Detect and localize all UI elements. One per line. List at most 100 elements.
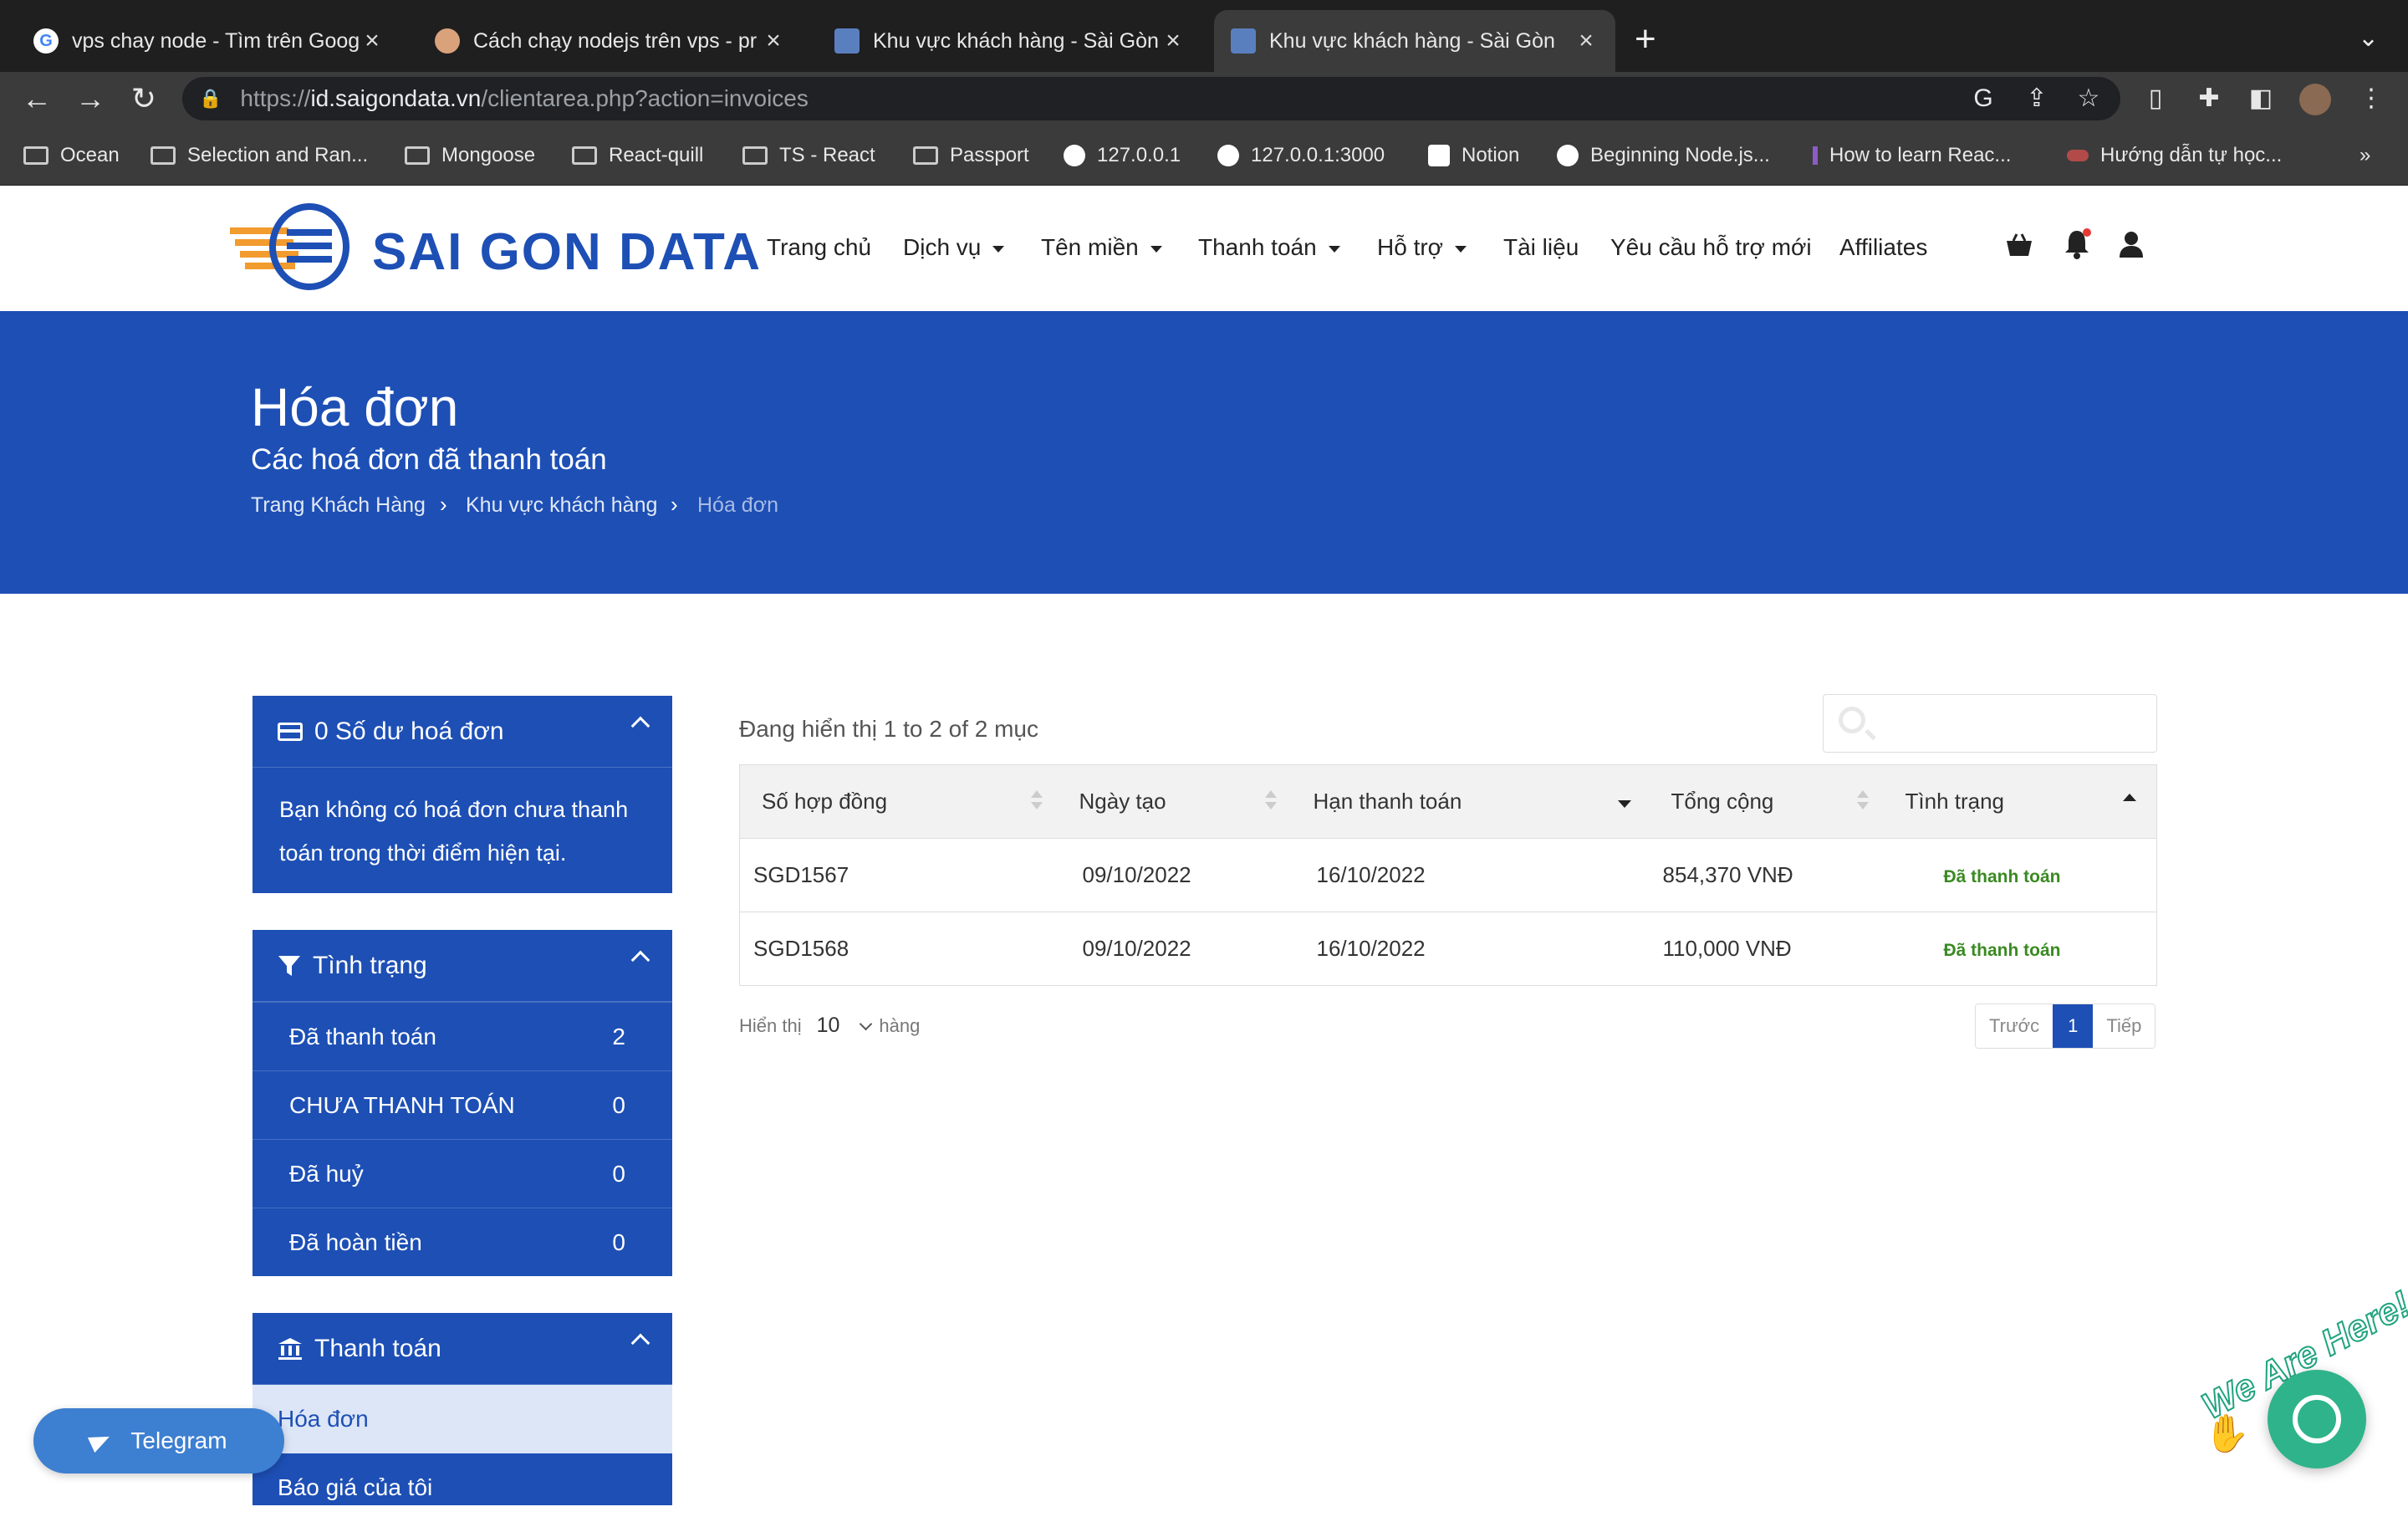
bookmark-localhost-3000[interactable]: 127.0.0.1:3000 [1217, 139, 1385, 172]
chat-icon [2293, 1395, 2341, 1443]
lock-icon: 🔒 [199, 88, 222, 109]
tab-4-active[interactable]: Khu vực khách hàng - Sài Gòn × [1214, 10, 1615, 72]
telegram-label: Telegram [130, 1428, 227, 1453]
breadcrumb-item[interactable]: Khu vực khách hàng [466, 493, 657, 518]
star-icon[interactable]: ☆ [2072, 82, 2105, 115]
bookmark-learn-react[interactable]: How to learn Reac... [1813, 139, 2011, 172]
chevron-up-icon[interactable] [630, 716, 650, 736]
site-logo[interactable]: SAI GON DATA [230, 201, 760, 293]
page-length-selector[interactable]: Hiển thị 10 hàng [739, 1014, 920, 1038]
bookmark-mongoose[interactable]: Mongoose [405, 139, 535, 172]
chat-widget-button[interactable] [2268, 1370, 2366, 1468]
nav-dich-vu[interactable]: Dịch vụ [903, 234, 1005, 261]
new-tab-icon[interactable]: + [1635, 18, 1656, 60]
pagination-page-current[interactable]: 1 [2053, 1004, 2094, 1048]
column-header-created[interactable]: Ngày tạo [1057, 764, 1292, 839]
status-panel-header[interactable]: Tình trạng [253, 930, 672, 1002]
more-bookmarks-icon[interactable]: » [2360, 139, 2370, 172]
bookmark-beginning-node[interactable]: Beginning Node.js... [1557, 139, 1770, 172]
tab-2[interactable]: Cách chạy nodejs trên vps - pr × [418, 10, 803, 72]
status-filter-refunded[interactable]: Đã hoàn tiền 0 [253, 1208, 672, 1276]
chevron-up-icon[interactable] [630, 1333, 650, 1353]
nav-tai-lieu[interactable]: Tài liệu [1503, 234, 1579, 261]
filter-label: Đã huỷ [289, 1160, 364, 1187]
sort-asc-icon [2123, 794, 2136, 801]
bookmark-huong-dan[interactable]: Hướng dẫn tự học... [2067, 139, 2282, 172]
address-bar[interactable]: 🔒 https://id.saigondata.vn/clientarea.ph… [182, 77, 2120, 120]
triangle-icon [1064, 145, 1085, 166]
google-lens-icon[interactable]: G [1967, 82, 2000, 115]
caret-down-icon [1328, 245, 1340, 253]
filter-count: 0 [612, 1091, 625, 1118]
close-icon[interactable]: × [1574, 27, 1599, 55]
bookmark-localhost[interactable]: 127.0.0.1 [1064, 139, 1181, 172]
url-scheme: https:// [240, 85, 311, 111]
bookmark-react-quill[interactable]: React-quill [572, 139, 703, 172]
cell-invoice-number: SGD1567 [739, 838, 1058, 912]
nav-thanh-toan[interactable]: Thanh toán [1198, 234, 1340, 261]
tab-label: Khu vực khách hàng - Sài Gòn [1269, 28, 1555, 53]
bookmark-notion[interactable]: Notion [1428, 139, 1519, 172]
nav-yeu-cau-ho-tro[interactable]: Yêu cầu hỗ trợ mới [1610, 234, 1812, 261]
filter-label: Đã hoàn tiền [289, 1228, 422, 1255]
bookmark-icon [1813, 146, 1818, 165]
balance-panel-header[interactable]: 0 Số dư hoá đơn [253, 696, 672, 768]
caret-down-icon [1150, 245, 1162, 253]
status-filter-cancelled[interactable]: Đã huỷ 0 [253, 1139, 672, 1208]
table-row[interactable]: SGD1567 09/10/2022 16/10/2022 854,370 VN… [739, 838, 2157, 912]
device-icon[interactable]: ▯ [2139, 82, 2172, 115]
nav-ten-mien[interactable]: Tên miền [1041, 234, 1162, 261]
cell-total: 110,000 VNĐ [1649, 912, 1884, 986]
nav-affiliates[interactable]: Affiliates [1839, 234, 1927, 261]
close-icon[interactable]: × [761, 27, 786, 55]
bookmark-ts-react[interactable]: TS - React [742, 139, 875, 172]
status-filter-unpaid[interactable]: CHƯA THANH TOÁN 0 [253, 1070, 672, 1139]
payment-item-invoices[interactable]: Hóa đơn [253, 1385, 672, 1453]
bookmark-label: Notion [1462, 144, 1520, 166]
pagination-prev[interactable]: Trước [1976, 1004, 2053, 1048]
column-header-status[interactable]: Tình trạng [1883, 764, 2157, 839]
close-icon[interactable]: × [360, 27, 385, 55]
nav-ho-tro[interactable]: Hỗ trợ [1377, 234, 1467, 261]
payment-panel-header[interactable]: Thanh toán [253, 1313, 672, 1385]
reload-icon[interactable]: ↻ [124, 79, 164, 119]
balance-title: 0 Số dư hoá đơn [314, 717, 504, 745]
bookmark-label: Ocean [60, 144, 120, 166]
tab-3[interactable]: Khu vực khách hàng - Sài Gòn × [818, 10, 1202, 72]
chevron-down-icon[interactable] [860, 1017, 873, 1031]
kebab-menu-icon[interactable]: ⋮ [2354, 82, 2388, 115]
page-hero: Hóa đơn Các hoá đơn đã thanh toán Trang … [0, 311, 2408, 594]
bookmark-ocean[interactable]: Ocean [23, 139, 120, 172]
caret-down-icon [992, 245, 1005, 253]
bookmark-selection[interactable]: Selection and Ran... [150, 139, 368, 172]
profile-avatar-icon[interactable] [2299, 84, 2331, 115]
page-length-value[interactable]: 10 [817, 1014, 840, 1037]
share-icon[interactable]: ⇪ [2020, 82, 2053, 115]
chevron-up-icon[interactable] [630, 950, 650, 970]
bell-icon[interactable] [2064, 227, 2092, 259]
payment-item-quotes[interactable]: Báo giá của tôi [253, 1453, 672, 1522]
folder-icon [913, 146, 938, 165]
tab-1[interactable]: G vps chay node - Tìm trên Goog × [17, 10, 401, 72]
side-panel-icon[interactable]: ◧ [2244, 82, 2278, 115]
nav-trang-chu[interactable]: Trang chủ [767, 234, 871, 261]
telegram-button[interactable]: Telegram [33, 1408, 284, 1473]
cell-status: Đã thanh toán [1883, 912, 2157, 986]
table-search-input[interactable] [1823, 694, 2157, 753]
folder-icon [572, 146, 597, 165]
column-header-total[interactable]: Tổng cộng [1649, 764, 1884, 839]
column-header-due[interactable]: Hạn thanh toán [1291, 764, 1650, 839]
breadcrumb-item[interactable]: Trang Khách Hàng [251, 493, 426, 518]
chevron-down-icon[interactable]: ⌄ [2358, 23, 2379, 53]
table-row[interactable]: SGD1568 09/10/2022 16/10/2022 110,000 VN… [739, 912, 2157, 986]
close-icon[interactable]: × [1161, 27, 1186, 55]
forward-icon[interactable]: → [70, 79, 110, 119]
status-filter-paid[interactable]: Đã thanh toán 2 [253, 1002, 672, 1070]
cart-icon[interactable] [2005, 232, 2033, 259]
column-header-invoice-number[interactable]: Số hợp đồng [739, 764, 1058, 839]
extensions-icon[interactable]: ✚ [2192, 82, 2226, 115]
bookmark-passport[interactable]: Passport [913, 139, 1029, 172]
user-icon[interactable] [2119, 231, 2144, 258]
pagination-next[interactable]: Tiếp [2093, 1004, 2155, 1048]
back-icon[interactable]: ← [17, 79, 57, 119]
